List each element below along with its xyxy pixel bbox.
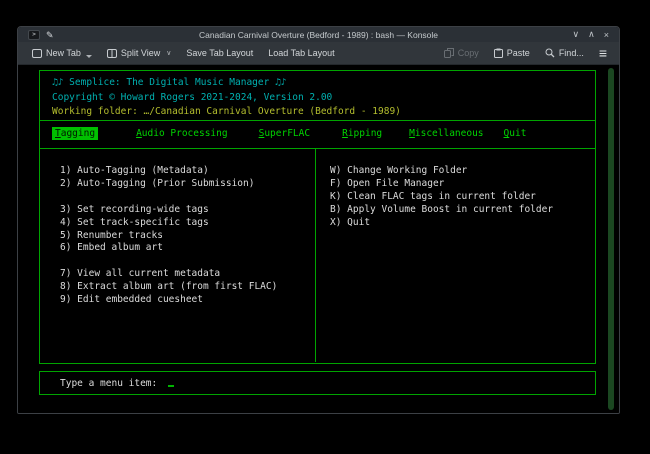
konsole-app-icon: > — [28, 30, 40, 40]
terminal-text-line: Working folder: …/Canadian Carnival Over… — [52, 105, 595, 120]
split-view-chevron-icon[interactable]: ∨ — [166, 49, 171, 57]
window-title: Canadian Carnival Overture (Bedford - 19… — [18, 30, 619, 40]
toolbar: New Tab Split View ∨ Save Tab Layout Loa… — [18, 42, 619, 65]
pin-icon: ✎ — [46, 30, 54, 40]
terminal-text-line: 1) Auto-Tagging (Metadata) — [60, 165, 277, 178]
terminal-text-line: W) Change Working Folder — [330, 165, 553, 178]
copy-icon — [444, 48, 454, 58]
terminal-text-line: 4) Set track-specific tags — [60, 217, 277, 230]
paste-icon — [494, 48, 503, 58]
terminal-text-line — [60, 191, 277, 204]
terminal-text-line — [60, 255, 277, 268]
new-tab-dropdown-caret[interactable] — [86, 55, 92, 58]
split-view-label: Split View — [121, 48, 160, 58]
terminal-text-line: K) Clean FLAC tags in current folder — [330, 191, 553, 204]
global-menu-list: W) Change Working FolderF) Open File Man… — [330, 165, 553, 230]
terminal-text-line: F) Open File Manager — [330, 178, 553, 191]
menu-tab-superflac[interactable]: SuperFLAC — [259, 128, 311, 139]
terminal-text-line: 9) Edit embedded cuesheet — [60, 294, 277, 307]
find-label: Find... — [559, 48, 584, 58]
menu-tab-audio-processing[interactable]: Audio Processing — [136, 128, 228, 139]
terminal-text-line: 2) Auto-Tagging (Prior Submission) — [60, 178, 277, 191]
tui-main-box: ♫♪ Semplice: The Digital Music Manager ♫… — [39, 70, 596, 364]
column-divider — [315, 149, 316, 362]
close-button[interactable]: × — [604, 30, 609, 40]
minimize-button[interactable]: ∨ — [573, 29, 580, 40]
new-tab-icon — [32, 49, 42, 58]
tagging-menu-list: 1) Auto-Tagging (Metadata)2) Auto-Taggin… — [60, 165, 277, 307]
save-tab-layout-label: Save Tab Layout — [186, 48, 253, 58]
menu-tab-miscellaneous[interactable]: Miscellaneous — [409, 128, 483, 139]
konsole-window: > ✎ Canadian Carnival Overture (Bedford … — [17, 26, 620, 414]
terminal-text-line: 5) Renumber tracks — [60, 230, 277, 243]
terminal-text-line: Copyright © Howard Rogers 2021-2024, Ver… — [52, 91, 595, 106]
desktop: > ✎ Canadian Carnival Overture (Bedford … — [0, 0, 650, 454]
terminal-text-line: 8) Extract album art (from first FLAC) — [60, 281, 277, 294]
hamburger-menu-icon[interactable]: ≡ — [599, 46, 607, 60]
menu-tab-quit[interactable]: Quit — [504, 128, 527, 139]
copy-label: Copy — [458, 48, 479, 58]
tui-menubar: Tagging Audio Processing SuperFLAC Ripping M… — [40, 120, 595, 149]
terminal-text-line: 7) View all current metadata — [60, 268, 277, 281]
terminal-text-line: 6) Embed album art — [60, 242, 277, 255]
paste-label: Paste — [507, 48, 530, 58]
find-button[interactable]: Find... — [545, 48, 584, 58]
menu-tab-tagging[interactable]: Tagging — [52, 127, 98, 140]
find-icon — [545, 48, 555, 58]
titlebar[interactable]: > ✎ Canadian Carnival Overture (Bedford … — [18, 27, 619, 42]
prompt-box[interactable]: Type a menu item: — [39, 371, 596, 395]
new-tab-button[interactable]: New Tab — [32, 48, 92, 58]
terminal-text-line: X) Quit — [330, 217, 553, 230]
save-tab-layout-button[interactable]: Save Tab Layout — [186, 48, 253, 58]
terminal-screen[interactable]: ♫♪ Semplice: The Digital Music Manager ♫… — [18, 65, 619, 414]
terminal-text-line: ♫♪ Semplice: The Digital Music Manager ♫… — [52, 76, 595, 91]
split-view-button[interactable]: Split View ∨ — [107, 48, 171, 58]
terminal-text-line: B) Apply Volume Boost in current folder — [330, 204, 553, 217]
load-tab-layout-button[interactable]: Load Tab Layout — [268, 48, 334, 58]
text-cursor — [168, 379, 174, 387]
split-view-icon — [107, 49, 117, 58]
load-tab-layout-label: Load Tab Layout — [268, 48, 334, 58]
scrollbar[interactable] — [608, 68, 614, 410]
menu-tab-ripping[interactable]: Ripping — [342, 128, 382, 139]
terminal-text-line: 3) Set recording-wide tags — [60, 204, 277, 217]
paste-button[interactable]: Paste — [494, 48, 530, 58]
prompt-label: Type a menu item: — [60, 378, 157, 389]
maximize-button[interactable]: ∧ — [588, 29, 595, 40]
tui-content: 1) Auto-Tagging (Metadata)2) Auto-Taggin… — [40, 149, 595, 362]
tui-header: ♫♪ Semplice: The Digital Music Manager ♫… — [40, 71, 595, 120]
new-tab-label: New Tab — [46, 48, 81, 58]
copy-button[interactable]: Copy — [444, 48, 479, 58]
